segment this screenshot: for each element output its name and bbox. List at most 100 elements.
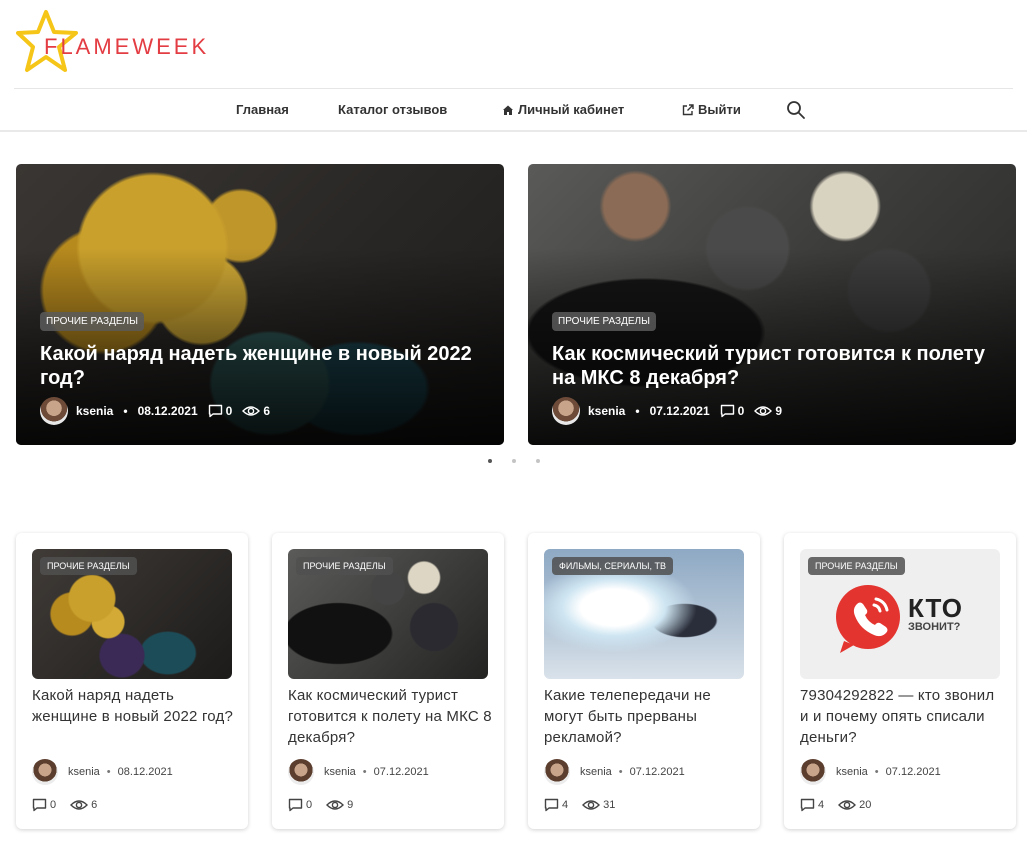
post-meta: ksenia • 07.12.2021	[800, 759, 941, 785]
nav-item-home[interactable]: Главная	[236, 102, 289, 117]
slide-title[interactable]: Как космический турист готовится к полет…	[552, 342, 992, 390]
avatar[interactable]	[544, 759, 570, 785]
nav-item-label: Личный кабинет	[518, 102, 625, 117]
category-badge[interactable]: ФИЛЬМЫ, СЕРИАЛЫ, ТВ	[552, 557, 673, 575]
avatar[interactable]	[288, 759, 314, 785]
views-count: 9	[754, 404, 782, 418]
nav-item-label: Каталог отзывов	[338, 102, 448, 117]
comment-icon	[720, 404, 734, 418]
separator-dot: •	[106, 766, 111, 778]
comments-value: 4	[818, 799, 825, 811]
post-card[interactable]: ПРОЧИЕ РАЗДЕЛЫ КТО ЗВОНИТ? 79304292822 —…	[784, 533, 1016, 829]
home-icon	[503, 105, 513, 115]
slider-pagination	[488, 459, 540, 463]
post-date: 08.12.2021	[117, 766, 173, 778]
post-card[interactable]: ПРОЧИЕ РАЗДЕЛЫ Как космический турист го…	[272, 533, 504, 829]
nav-item-reviews-catalog[interactable]: Каталог отзывов	[338, 102, 447, 117]
views-count: 6	[242, 404, 270, 418]
post-stats: 4 31	[544, 798, 615, 812]
separator-dot: •	[874, 766, 879, 778]
logo-text: FLAMEWEEK	[44, 34, 210, 59]
avatar[interactable]	[800, 759, 826, 785]
comment-icon	[32, 798, 47, 812]
post-title[interactable]: Какие телепередачи не могут быть прерван…	[544, 685, 749, 748]
post-meta: ksenia • 08.12.2021	[32, 759, 173, 785]
views-value: 9	[775, 404, 782, 418]
slide-party-outfit[interactable]: ПРОЧИЕ РАЗДЕЛЫ Какой наряд надеть женщин…	[16, 164, 504, 445]
eye-icon	[242, 406, 261, 416]
post-stats: 0 9	[288, 798, 353, 812]
views-value: 6	[91, 799, 98, 811]
comments-value: 0	[306, 799, 313, 811]
slider-dot-3[interactable]	[536, 459, 540, 463]
image-subtitle-text: ЗВОНИТ?	[908, 621, 961, 633]
post-meta: ksenia • 07.12.2021	[288, 759, 429, 785]
post-date: 07.12.2021	[629, 766, 685, 778]
post-card[interactable]: ФИЛЬМЫ, СЕРИАЛЫ, ТВ Какие телепередачи н…	[528, 533, 760, 829]
post-title[interactable]: 79304292822 — кто звонил и и почему опят…	[800, 685, 1005, 748]
external-link-icon	[682, 103, 694, 115]
comments-value: 0	[225, 404, 233, 418]
post-date: 08.12.2021	[137, 404, 198, 418]
post-title[interactable]: Как космический турист готовится к полет…	[288, 685, 493, 748]
comment-icon	[800, 798, 815, 812]
separator-dot: •	[362, 766, 367, 778]
post-thumbnail[interactable]: ПРОЧИЕ РАЗДЕЛЫ КТО ЗВОНИТ?	[800, 549, 1000, 679]
slider-dot-1[interactable]	[488, 459, 492, 463]
author-name[interactable]: ksenia	[68, 766, 100, 778]
author-name[interactable]: ksenia	[324, 766, 356, 778]
post-meta: ksenia • 07.12.2021	[544, 759, 685, 785]
separator-dot: •	[635, 404, 640, 418]
eye-icon	[582, 800, 601, 810]
post-title[interactable]: Какой наряд надеть женщине в новый 2022 …	[32, 685, 237, 727]
slide-title[interactable]: Какой наряд надеть женщине в новый 2022 …	[40, 342, 480, 390]
comments-value: 0	[737, 404, 745, 418]
slider-dot-2[interactable]	[512, 459, 516, 463]
slide-meta: ksenia • 08.12.2021 0 6	[40, 397, 270, 425]
post-thumbnail[interactable]: ПРОЧИЕ РАЗДЕЛЫ	[32, 549, 232, 679]
phone-call-icon	[836, 585, 900, 653]
category-badge[interactable]: ПРОЧИЕ РАЗДЕЛЫ	[296, 557, 393, 575]
site-logo[interactable]: FLAMEWEEK	[16, 8, 226, 80]
post-date: 07.12.2021	[885, 766, 941, 778]
nav-item-label: Выйти	[698, 102, 741, 117]
post-date: 07.12.2021	[649, 404, 710, 418]
separator-dot: •	[123, 404, 128, 418]
comment-icon	[288, 798, 303, 812]
author-name[interactable]: ksenia	[580, 766, 612, 778]
comments-count: 0	[720, 404, 745, 418]
comments-value: 4	[562, 799, 569, 811]
category-badge[interactable]: ПРОЧИЕ РАЗДЕЛЫ	[40, 557, 137, 575]
nav-item-account[interactable]: Личный кабинет	[502, 102, 624, 117]
post-stats: 4 20	[800, 798, 871, 812]
post-thumbnail[interactable]: ПРОЧИЕ РАЗДЕЛЫ	[288, 549, 488, 679]
slide-space-tourist[interactable]: ПРОЧИЕ РАЗДЕЛЫ Как космический турист го…	[528, 164, 1016, 445]
slide-meta: ksenia • 07.12.2021 0 9	[552, 397, 782, 425]
separator-dot: •	[618, 766, 623, 778]
views-value: 20	[859, 799, 872, 811]
nav-item-label: Главная	[236, 102, 289, 117]
comments-value: 0	[50, 799, 57, 811]
comment-icon	[544, 798, 559, 812]
avatar[interactable]	[40, 397, 68, 425]
views-value: 9	[347, 799, 354, 811]
post-thumbnail[interactable]: ФИЛЬМЫ, СЕРИАЛЫ, ТВ	[544, 549, 744, 679]
main-nav: Главная Каталог отзывов Личный кабинет В…	[0, 89, 1027, 132]
eye-icon	[838, 800, 857, 810]
category-badge[interactable]: ПРОЧИЕ РАЗДЕЛЫ	[40, 312, 144, 331]
eye-icon	[70, 800, 89, 810]
eye-icon	[326, 800, 345, 810]
search-icon[interactable]	[786, 100, 806, 120]
nav-item-logout[interactable]: Выйти	[682, 102, 741, 117]
post-card[interactable]: ПРОЧИЕ РАЗДЕЛЫ Какой наряд надеть женщин…	[16, 533, 248, 829]
avatar[interactable]	[552, 397, 580, 425]
comments-count: 0	[208, 404, 233, 418]
author-name[interactable]: ksenia	[76, 404, 113, 418]
avatar[interactable]	[32, 759, 58, 785]
author-name[interactable]: ksenia	[588, 404, 625, 418]
post-date: 07.12.2021	[373, 766, 429, 778]
author-name[interactable]: ksenia	[836, 766, 868, 778]
category-badge[interactable]: ПРОЧИЕ РАЗДЕЛЫ	[552, 312, 656, 331]
comment-icon	[208, 404, 222, 418]
image-title-text: КТО	[908, 593, 963, 623]
